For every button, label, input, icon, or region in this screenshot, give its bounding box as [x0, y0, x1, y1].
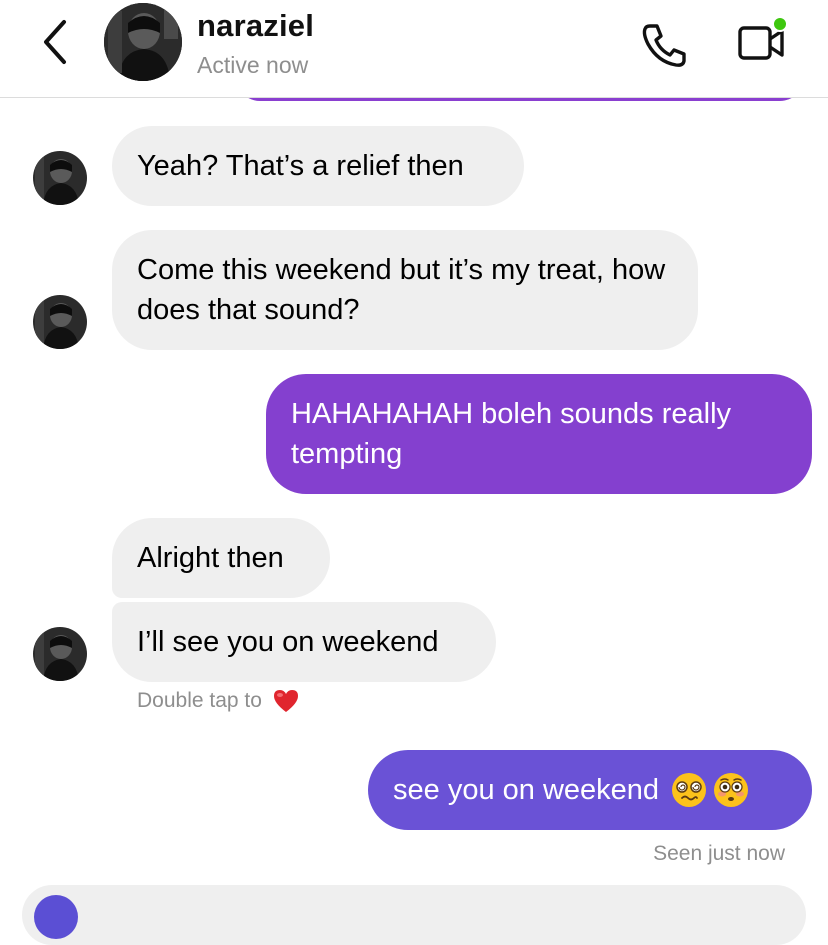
seen-status: Seen just now: [653, 842, 785, 865]
avatar[interactable]: [33, 295, 87, 349]
call-button[interactable]: [638, 20, 690, 68]
video-camera-icon: [738, 16, 788, 60]
message-text: Come this weekend but it’s my treat, how…: [137, 254, 666, 326]
message-text: see you on weekend: [393, 774, 660, 806]
dizzy-face-icon: [672, 773, 707, 807]
message-text: Yeah? That’s a relief then: [137, 150, 464, 182]
active-status: Active now: [197, 52, 309, 78]
message-text: Alright then: [137, 542, 284, 574]
message-bubble-incoming[interactable]: Alright then: [112, 518, 330, 598]
message-bubble-incoming[interactable]: Yeah? That’s a relief then: [112, 126, 524, 206]
chat-header: naraziel Active now: [0, 0, 828, 98]
double-tap-hint: Double tap to: [137, 688, 300, 714]
chat-username[interactable]: naraziel: [197, 8, 314, 44]
message-text: HAHAHAHAH boleh sounds really tempting: [291, 398, 732, 470]
red-heart-icon[interactable]: [272, 688, 300, 714]
message-bubble-outgoing[interactable]: HAHAHAHAH boleh sounds really tempting: [266, 374, 812, 494]
avatar[interactable]: [33, 151, 87, 205]
message-bubble-incoming[interactable]: Come this weekend but it’s my treat, how…: [112, 230, 698, 350]
flushed-face-icon: [714, 773, 749, 807]
message-composer[interactable]: [22, 885, 806, 945]
message-text: I’ll see you on weekend: [137, 626, 439, 658]
video-call-button[interactable]: [735, 14, 791, 66]
double-tap-label: Double tap to: [137, 689, 262, 712]
back-button[interactable]: [36, 18, 76, 66]
camera-icon[interactable]: [34, 895, 78, 939]
online-indicator: [772, 16, 788, 32]
phone-icon: [642, 24, 686, 67]
avatar[interactable]: [33, 627, 87, 681]
message-bubble-outgoing[interactable]: see you on weekend: [368, 750, 812, 830]
avatar[interactable]: [104, 3, 182, 81]
chevron-left-icon: [44, 20, 66, 64]
message-bubble-incoming[interactable]: I’ll see you on weekend: [112, 602, 496, 682]
